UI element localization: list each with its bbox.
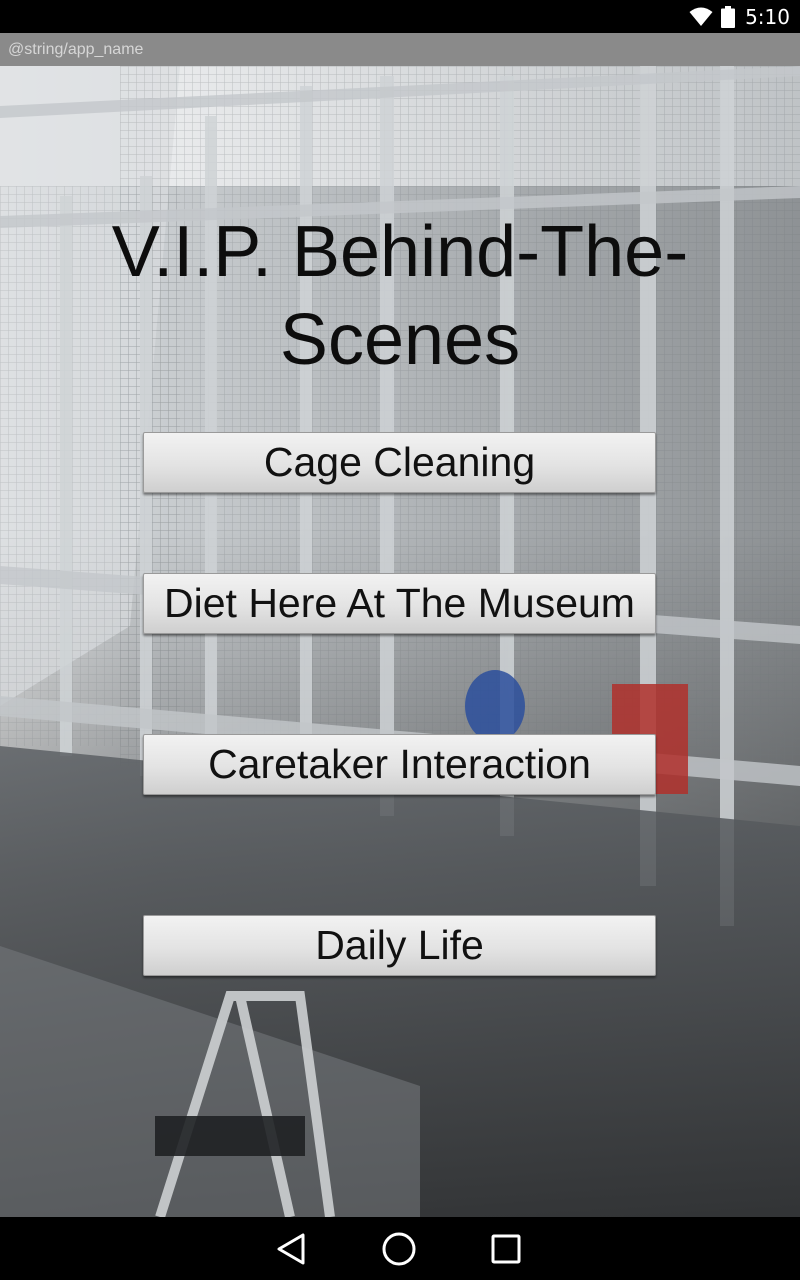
caretaker-interaction-button[interactable]: Caretaker Interaction [143,734,656,795]
status-icons: 5:10 [689,0,790,33]
recents-icon [491,1234,521,1264]
app-screen: 5:10 @string/app_name V.I.P. Behind-The-… [0,0,800,1280]
daily-life-button[interactable]: Daily Life [143,915,656,976]
content-area: V.I.P. Behind-The-Scenes Cage Cleaning D… [0,66,800,1217]
diet-button[interactable]: Diet Here At The Museum [143,573,656,634]
status-bar: 5:10 [0,0,800,33]
page-title: V.I.P. Behind-The-Scenes [111,212,689,380]
battery-icon [721,5,736,28]
home-icon [382,1232,416,1266]
back-icon [277,1233,305,1265]
status-time: 5:10 [745,4,790,29]
cage-cleaning-button[interactable]: Cage Cleaning [143,432,656,493]
navigation-bar [0,1217,800,1280]
recents-button[interactable] [476,1229,536,1269]
wifi-icon [689,7,713,27]
back-button[interactable] [262,1229,322,1269]
app-title-bar: @string/app_name [0,33,800,66]
home-button[interactable] [369,1229,429,1269]
